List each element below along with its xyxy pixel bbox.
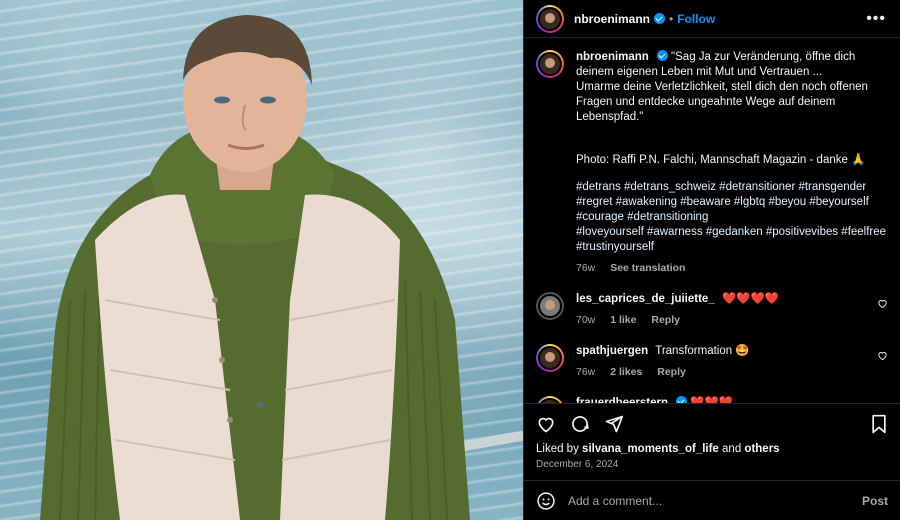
- comment-item: spathjuergen Transformation 🤩 76w 2 like…: [536, 344, 888, 380]
- post-actions: [524, 403, 900, 443]
- liked-by-user[interactable]: silvana_moments_of_life: [582, 443, 719, 455]
- caption-avatar[interactable]: [536, 50, 564, 78]
- bookmark-icon[interactable]: [870, 414, 888, 434]
- comment-heart-icon[interactable]: [877, 350, 888, 361]
- comment-meta: 76w 2 likes Reply: [576, 365, 869, 380]
- author-avatar[interactable]: [536, 4, 564, 33]
- header-dot-separator: •: [669, 11, 674, 26]
- post-photo[interactable]: [0, 0, 523, 520]
- comment-item: les_caprices_de_juiiette_ ❤️❤️❤️❤️ 70w 1…: [536, 292, 888, 328]
- post-header: nbroenimann • Follow •••: [524, 0, 900, 38]
- post-side-panel: nbroenimann • Follow ••• nbroenimann "Sa…: [523, 0, 900, 520]
- comment-likes[interactable]: 1 like: [610, 314, 636, 326]
- caption-username[interactable]: nbroenimann: [576, 51, 649, 63]
- verified-icon: [654, 13, 666, 24]
- reply-button[interactable]: Reply: [651, 314, 680, 326]
- author-username[interactable]: nbroenimann: [574, 12, 650, 26]
- caption-credit: Photo: Raffi P.N. Falchi, Mannschaft Mag…: [576, 154, 866, 166]
- instagram-post: nbroenimann • Follow ••• nbroenimann "Sa…: [0, 0, 900, 520]
- caption-body: nbroenimann "Sag Ja zur Veränderung, öff…: [576, 50, 888, 276]
- caption-meta: 76w See translation: [576, 261, 888, 276]
- reply-button[interactable]: Reply: [657, 366, 686, 378]
- comment-avatar[interactable]: [536, 344, 564, 372]
- comment-body: spathjuergen Transformation 🤩 76w 2 like…: [576, 344, 869, 380]
- comment-username[interactable]: les_caprices_de_juiiette_: [576, 293, 715, 305]
- comment-avatar[interactable]: [536, 292, 564, 320]
- liked-by: Liked by silvana_moments_of_life and oth…: [524, 443, 900, 455]
- liked-by-prefix: Liked by: [536, 443, 579, 455]
- caption: nbroenimann "Sag Ja zur Veränderung, öff…: [536, 50, 888, 276]
- comment-meta: 70w 1 like Reply: [576, 313, 869, 328]
- caption-hashtags-2[interactable]: #loveyourself #awarness #gedanken #posit…: [576, 225, 888, 255]
- photo-person: [40, 15, 470, 520]
- comment-text: Transformation 🤩: [655, 345, 750, 357]
- comment-icon[interactable]: [570, 414, 590, 434]
- verified-icon: [656, 50, 668, 61]
- comment-username[interactable]: spathjuergen: [576, 345, 648, 357]
- comment-heart-icon[interactable]: [877, 298, 888, 309]
- share-icon[interactable]: [604, 414, 624, 434]
- comment-avatar[interactable]: [536, 396, 564, 403]
- comment-text: ❤️❤️❤️❤️: [721, 293, 780, 305]
- emoji-icon[interactable]: [536, 491, 556, 511]
- comments-list[interactable]: nbroenimann "Sag Ja zur Veränderung, öff…: [524, 38, 900, 403]
- see-translation-button[interactable]: See translation: [610, 262, 685, 274]
- liked-by-others[interactable]: others: [744, 443, 779, 455]
- verified-icon: [676, 396, 688, 403]
- comment-likes[interactable]: 2 likes: [610, 366, 642, 378]
- liked-by-and: and: [722, 443, 742, 455]
- comment-body: les_caprices_de_juiiette_ ❤️❤️❤️❤️ 70w 1…: [576, 292, 869, 328]
- comment-body: frauerdbeerstern ❤️❤️❤️: [576, 396, 869, 403]
- comment-input[interactable]: [568, 493, 862, 508]
- post-date[interactable]: December 6, 2024: [524, 455, 900, 470]
- add-comment-bar: Post: [524, 480, 900, 520]
- comment-time: 70w: [576, 314, 596, 326]
- more-icon[interactable]: •••: [866, 10, 886, 28]
- comment-item: frauerdbeerstern ❤️❤️❤️: [536, 396, 888, 403]
- caption-hashtags-1[interactable]: #detrans #detrans_schweiz #detransitione…: [576, 180, 888, 225]
- comment-time: 76w: [576, 366, 596, 378]
- post-comment-button[interactable]: Post: [862, 494, 888, 508]
- follow-button[interactable]: Follow: [677, 12, 715, 26]
- heart-icon[interactable]: [536, 414, 556, 434]
- caption-time: 76w: [576, 262, 596, 274]
